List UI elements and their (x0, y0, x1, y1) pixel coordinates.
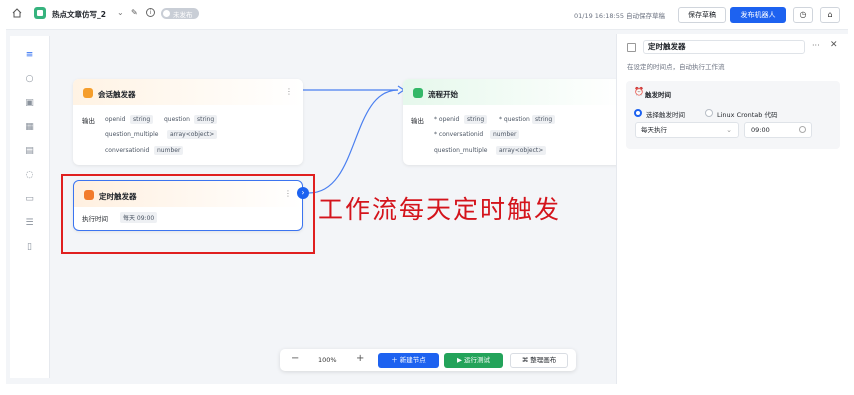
radio-crontab-label: Linux Crontab 代码 (717, 111, 778, 119)
frequency-value: 每天执行 (641, 126, 667, 134)
panel-description: 在设定的时间点，自动执行工作流 (627, 63, 725, 71)
chat-trigger-node[interactable]: 会话触发器 ⋮ 输出 openid string question string… (73, 79, 303, 165)
time-value: 09:00 (751, 126, 770, 134)
trigger-time-section: ⏰ 触发时间 选择触发时间 Linux Crontab 代码 每天执行 ⌄ 09… (626, 81, 840, 149)
radio-crontab[interactable] (705, 109, 713, 117)
field-name: conversationid (105, 147, 150, 154)
node-title: 会话触发器 (98, 90, 136, 99)
field-name: * question (499, 116, 530, 123)
radio-select-time-label: 选择触发时间 (646, 111, 685, 119)
section-title: 触发时间 (645, 91, 671, 99)
canvas-toolbar: − 100% + ＋ 新建节点 ▶ 运行测试 ⌘ 整理画布 (280, 349, 576, 371)
field-name: openid (105, 116, 126, 123)
field-name: * conversationid (434, 131, 484, 138)
highlight-box (61, 174, 315, 254)
field-type: number (490, 130, 520, 139)
field-name: * openid (434, 116, 460, 123)
clock-icon (799, 126, 806, 133)
chat-trigger-icon (83, 88, 93, 98)
field-type: string (464, 115, 488, 124)
field-type: string (532, 115, 556, 124)
run-test-button[interactable]: ▶ 运行测试 (444, 353, 503, 368)
more-icon[interactable]: ··· (812, 41, 820, 50)
zoom-level: 100% (318, 356, 337, 364)
tidy-canvas-label: 整理画布 (530, 356, 557, 364)
field-name: question_multiple (434, 147, 488, 154)
workflow-editor: 热点文章仿写_2 ⌄ ✎ i 未发布 01/19 16:18:55 自动保存草稿… (0, 0, 854, 395)
field-type: array<object> (167, 130, 218, 139)
field-type: number (154, 146, 184, 155)
annotation-text: 工作流每天定时触发 (318, 195, 562, 224)
output-label: 输出 (82, 117, 95, 125)
radio-select-time[interactable] (634, 109, 642, 117)
field-type: string (130, 115, 154, 124)
flow-start-node[interactable]: 流程开始 输出 * openid string * question strin… (403, 79, 623, 165)
flow-start-icon (413, 88, 423, 98)
add-node-label: 新建节点 (399, 356, 426, 364)
more-icon[interactable]: ⋮ (285, 87, 293, 96)
node-title: 流程开始 (428, 90, 458, 99)
alarm-clock-icon: ⏰ (634, 87, 644, 96)
field-type: array<object> (496, 146, 547, 155)
zoom-in-icon[interactable]: + (356, 353, 364, 364)
field-type: string (194, 115, 218, 124)
chevron-down-icon: ⌄ (726, 126, 732, 134)
node-config-panel: 定时触发器 ··· ✕ 在设定的时间点，自动执行工作流 ⏰ 触发时间 选择触发时… (616, 34, 848, 384)
field-name: question_multiple (105, 131, 159, 138)
add-node-button[interactable]: ＋ 新建节点 (378, 353, 439, 368)
tidy-canvas-button[interactable]: ⌘ 整理画布 (510, 353, 568, 368)
time-picker[interactable]: 09:00 (744, 122, 812, 138)
output-label: 输出 (411, 117, 424, 125)
zoom-out-icon[interactable]: − (291, 353, 299, 364)
panel-title-input[interactable]: 定时触发器 (643, 40, 805, 54)
close-icon[interactable]: ✕ (830, 40, 838, 50)
frequency-select[interactable]: 每天执行 ⌄ (635, 122, 739, 138)
field-name: question (164, 116, 190, 123)
run-test-label: 运行测试 (464, 356, 491, 364)
image-icon (627, 43, 636, 52)
